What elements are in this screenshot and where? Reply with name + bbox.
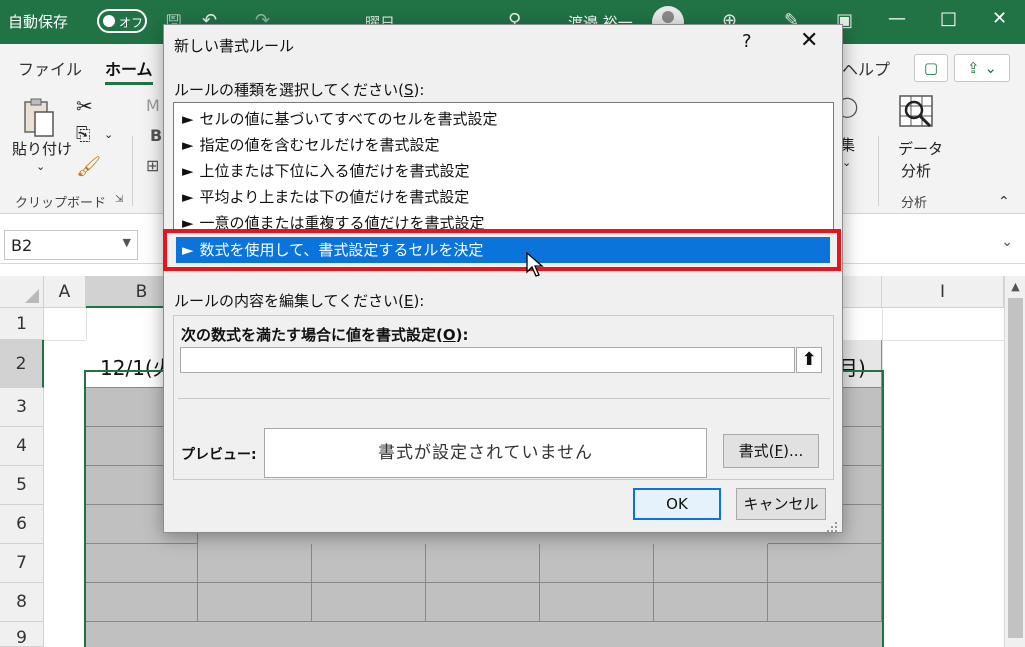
border-icon[interactable]: ⊞ — [146, 156, 159, 175]
cut-icon[interactable]: ✂ — [76, 94, 93, 118]
group-separator — [132, 136, 133, 206]
formula-label: 次の数式を満たす場合に値を書式設定(O): — [181, 324, 468, 345]
scrollbar-thumb[interactable] — [1008, 298, 1023, 638]
edit-rule-label: ルールの内容を編集してください(E): — [174, 290, 424, 311]
toggle-state: オフ — [119, 16, 144, 30]
data-analysis-label-2[interactable]: 分析 — [901, 160, 931, 181]
list-item-label: セルの値に基づいてすべてのセルを書式設定 — [199, 110, 498, 128]
tab-home[interactable]: ホーム — [105, 56, 153, 85]
autosave-toggle[interactable]: オフ — [97, 9, 147, 33]
format-painter-icon[interactable]: 🖌 — [76, 154, 101, 178]
bullet-arrow-icon: ► — [182, 110, 194, 128]
select-all-corner[interactable] — [0, 276, 44, 308]
font-name-partial[interactable]: M — [146, 96, 160, 115]
expand-formula-bar-icon[interactable]: ⌄ — [1001, 234, 1013, 250]
list-item-label: 指定の値を含むセルだけを書式設定 — [199, 136, 440, 154]
paste-label[interactable]: 貼り付け — [12, 138, 72, 159]
tab-file[interactable]: ファイル — [18, 56, 82, 80]
bullet-arrow-icon: ► — [182, 162, 194, 180]
rule-type-label-suffix: ): — [413, 81, 425, 99]
maximize-icon[interactable]: □ — [940, 8, 957, 29]
preview-label: プレビュー: — [181, 447, 257, 463]
preview-box: 書式が設定されていません — [264, 428, 707, 478]
row-header-4[interactable]: 4 — [0, 427, 44, 466]
collapse-dialog-icon[interactable]: ⬆ — [796, 347, 822, 373]
toggle-knob — [103, 15, 115, 27]
minimize-icon[interactable]: — — [888, 8, 906, 29]
list-item[interactable]: ► 指定の値を含むセルだけを書式設定 — [182, 132, 440, 158]
row-header-5[interactable]: 5 — [0, 466, 44, 505]
bullet-arrow-icon: ► — [182, 188, 194, 206]
group-separator — [878, 136, 879, 206]
paste-icon[interactable] — [22, 96, 58, 137]
resize-grip-icon[interactable] — [826, 518, 838, 532]
edit-rule-label-suffix: ): — [413, 292, 425, 310]
autosave-label: 自動保存 — [8, 13, 69, 31]
collect-dropdown-icon[interactable]: ⌄ — [842, 156, 851, 169]
analysis-group-label: 分析 — [901, 196, 928, 211]
list-item[interactable]: ► 平均より上または下の値だけを書式設定 — [182, 184, 469, 210]
cancel-button[interactable]: キャンセル — [736, 488, 826, 520]
mouse-pointer-icon — [526, 251, 544, 282]
chevron-down-icon[interactable]: ▼ — [123, 236, 131, 249]
copy-dropdown-icon[interactable]: ⌄ — [104, 128, 113, 141]
formula-label-text: 次の数式を満たす場合に値を書式設定( — [181, 326, 443, 344]
ok-button[interactable]: OK — [633, 488, 721, 520]
divider — [178, 398, 830, 399]
formula-label-suffix: ): — [455, 326, 469, 344]
list-item[interactable]: ► セルの値に基づいてすべてのセルを書式設定 — [182, 106, 497, 132]
list-item-label: 上位または下位に入る値だけを書式設定 — [199, 162, 470, 180]
name-box-value: B2 — [11, 236, 33, 255]
dialog-launcher-icon[interactable]: ⇲ — [115, 194, 123, 205]
scroll-up-icon[interactable]: ▲ — [1008, 278, 1023, 296]
bold-button[interactable]: B — [150, 126, 162, 145]
close-icon[interactable]: ✕ — [800, 28, 818, 53]
column-header-i[interactable]: I — [882, 276, 1004, 308]
dialog-title: 新しい書式ルール — [174, 37, 295, 55]
clipboard-group-label: クリップボード — [15, 196, 107, 211]
list-item-label: 平均より上または下の値だけを書式設定 — [199, 188, 470, 206]
row-header-7[interactable]: 7 — [0, 544, 44, 583]
vertical-scrollbar[interactable]: ▲ — [1004, 276, 1025, 647]
rule-type-label-text: ルールの種類を選択してください( — [174, 81, 404, 99]
formula-label-key: O — [442, 326, 456, 344]
new-format-rule-dialog: 新しい書式ルール ? ✕ ルールの種類を選択してください(S): ► セルの値に基… — [163, 24, 843, 533]
column-header-a[interactable]: A — [44, 276, 86, 308]
name-box[interactable]: B2 ▼ — [4, 230, 138, 260]
rule-description-panel: 次の数式を満たす場合に値を書式設定(O): ⬆ プレビュー: 書式が設定されてい… — [173, 315, 834, 480]
data-analysis-label-1[interactable]: データ — [898, 138, 943, 159]
comment-icon[interactable]: ▢ — [914, 54, 948, 82]
collapse-ribbon-icon[interactable]: ⌃ — [998, 194, 1010, 210]
help-icon[interactable]: ? — [742, 31, 752, 52]
row-header-8[interactable]: 8 — [0, 583, 44, 622]
format-button-text: 書式( — [738, 442, 775, 460]
close-window-icon[interactable]: ✕ — [992, 8, 1007, 29]
row-header-3[interactable]: 3 — [0, 388, 44, 427]
row-header-6[interactable]: 6 — [0, 505, 44, 544]
formula-input[interactable] — [180, 347, 795, 373]
format-button-suffix: )... — [783, 442, 804, 460]
row-header-9[interactable]: 9 — [0, 622, 44, 647]
tab-help[interactable]: ヘルプ — [842, 56, 890, 80]
format-button-key: F — [774, 442, 784, 460]
copy-icon[interactable]: ⎘ — [76, 124, 90, 145]
rule-type-list[interactable]: ► セルの値に基づいてすべてのセルを書式設定 ► 指定の値を含むセルだけを書式設定 … — [173, 102, 834, 233]
row-header-1[interactable]: 1 — [0, 308, 44, 340]
rule-type-label: ルールの種類を選択してください(S): — [174, 79, 424, 100]
format-button[interactable]: 書式(F)... — [723, 434, 819, 468]
edit-rule-label-text: ルールの内容を編集してください( — [174, 292, 404, 310]
bullet-arrow-icon: ► — [182, 136, 194, 154]
list-item[interactable]: ► 上位または下位に入る値だけを書式設定 — [182, 158, 470, 184]
highlight-annotation-box — [163, 229, 841, 271]
rule-type-label-key: S — [403, 81, 414, 99]
paste-dropdown-icon[interactable]: ⌄ — [36, 160, 45, 173]
row-header-2[interactable]: 2 — [0, 340, 44, 388]
data-analysis-icon[interactable] — [896, 92, 938, 132]
share-icon[interactable]: ⇪ ⌄ — [954, 54, 1010, 82]
